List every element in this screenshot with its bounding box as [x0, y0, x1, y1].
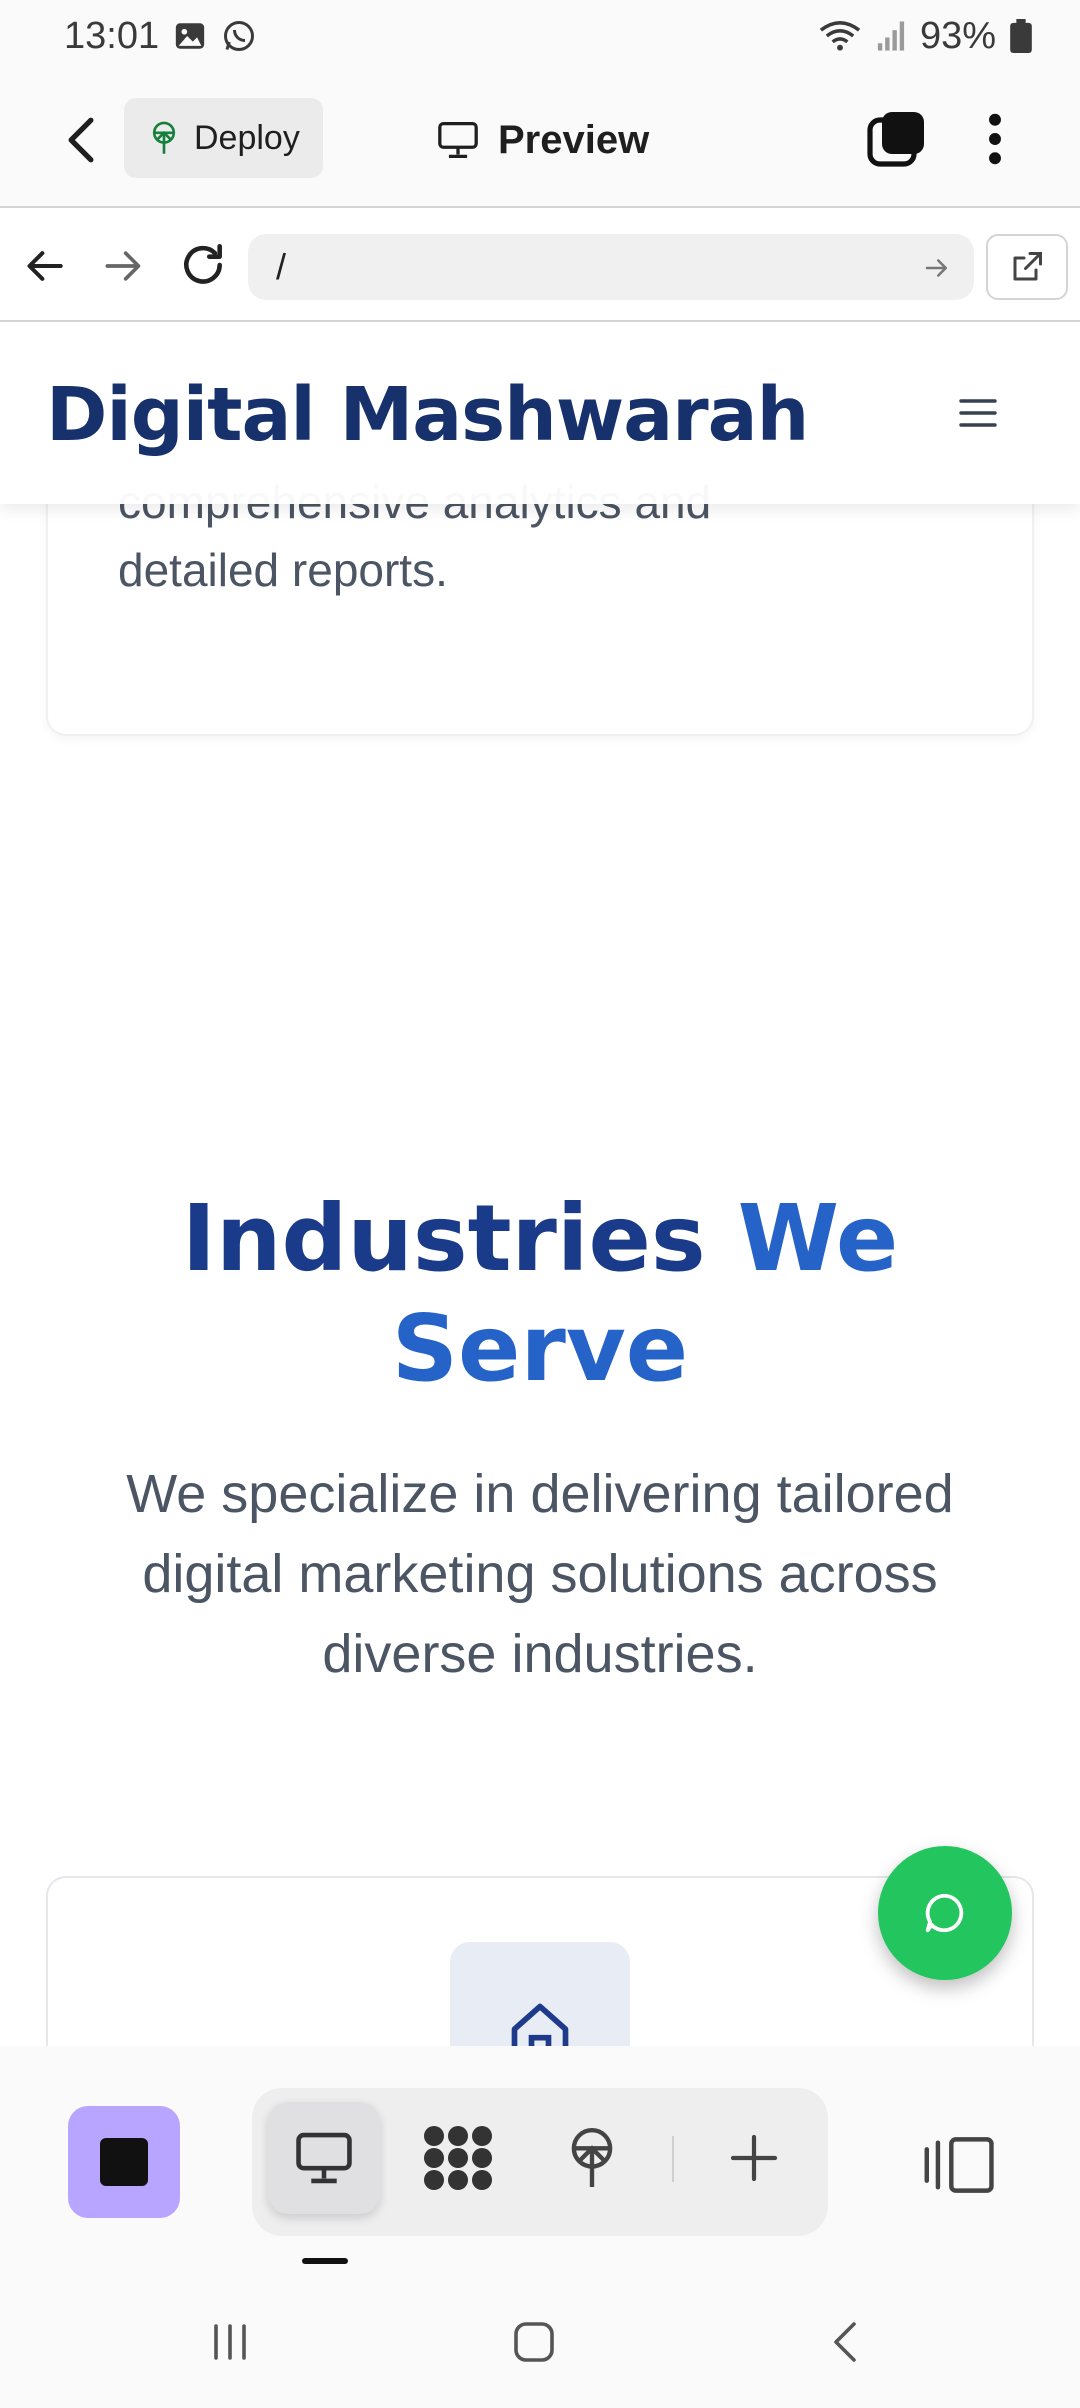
app-header: Deploy Preview — [0, 72, 1080, 208]
section-title-part1: Industries — [181, 1185, 706, 1292]
deploy-button[interactable]: Deploy — [124, 98, 323, 178]
chevron-left-icon — [68, 117, 94, 163]
signal-icon — [876, 20, 906, 52]
tabs-button[interactable] — [866, 108, 928, 170]
open-external-button[interactable] — [986, 234, 1068, 300]
deploy-mode-button[interactable] — [536, 2102, 648, 2214]
section-title: Industries We Serve — [0, 1184, 1080, 1404]
home-square-icon — [514, 2322, 554, 2362]
mode-switcher — [252, 2088, 828, 2236]
more-menu-button[interactable] — [970, 108, 1020, 170]
browser-bar: / — [0, 210, 1080, 322]
add-button[interactable] — [698, 2102, 810, 2214]
section-title-part3: Serve — [391, 1295, 689, 1402]
back-button[interactable] — [54, 110, 108, 170]
arrow-left-icon — [27, 251, 63, 281]
stop-icon — [100, 2138, 148, 2186]
stop-button[interactable] — [68, 2106, 180, 2218]
section-title-part2: We — [737, 1185, 899, 1292]
url-input[interactable]: / — [248, 234, 974, 300]
arrow-right-icon — [105, 251, 141, 281]
deploy-icon — [152, 121, 176, 154]
battery-icon — [1010, 19, 1032, 53]
tabs-icon — [867, 112, 924, 167]
blocks-icon — [424, 2126, 492, 2190]
preview-label: Preview — [498, 117, 650, 162]
monitor-icon — [296, 2132, 352, 2184]
external-link-icon — [1013, 252, 1042, 281]
deploy-label: Deploy — [194, 118, 300, 157]
site-navbar: Digital Mashwarah — [0, 324, 1080, 504]
browser-forward-button[interactable] — [100, 244, 144, 288]
status-time: 13:01 — [64, 14, 160, 57]
components-mode-button[interactable] — [402, 2102, 514, 2214]
gallery-icon — [173, 19, 207, 53]
home-button[interactable] — [510, 2318, 558, 2366]
refresh-icon — [184, 243, 222, 284]
more-vertical-icon — [989, 113, 1001, 165]
chevron-left-icon — [834, 2322, 856, 2362]
browser-back-button[interactable] — [24, 244, 68, 288]
section-subtitle: We specialize in delivering tailored dig… — [126, 1464, 954, 1684]
device-toggle-icon — [924, 2137, 994, 2193]
reload-button[interactable] — [178, 240, 228, 290]
mode-divider — [672, 2136, 674, 2182]
desktop-mode-button[interactable] — [268, 2102, 380, 2214]
active-mode-indicator — [302, 2258, 348, 2264]
go-arrow-icon[interactable] — [922, 253, 952, 283]
home-icon — [511, 2003, 569, 2046]
whatsapp-icon — [221, 18, 257, 54]
site-brand-logo[interactable]: Digital Mashwarah — [46, 372, 809, 458]
site-viewport: comprehensive analytics and detailed rep… — [0, 324, 1080, 2046]
bottom-toolbar — [0, 2046, 1080, 2274]
chat-button[interactable] — [878, 1846, 1012, 1980]
preview-title: Preview — [436, 104, 649, 176]
industry-icon-box — [450, 1942, 630, 2046]
device-frame-button[interactable] — [920, 2136, 996, 2194]
wifi-icon — [818, 18, 862, 54]
system-back-button[interactable] — [822, 2318, 870, 2366]
system-navigation-bar — [0, 2274, 1080, 2408]
hamburger-menu-icon[interactable] — [958, 396, 998, 430]
recent-apps-icon — [214, 2324, 246, 2360]
deploy-icon — [571, 2128, 613, 2187]
url-text: / — [276, 246, 287, 287]
recent-apps-button[interactable] — [206, 2318, 254, 2366]
monitor-icon — [438, 121, 478, 158]
chat-bubble-icon — [925, 1893, 964, 1933]
battery-percent: 93% — [919, 14, 996, 57]
status-left: 13:01 — [64, 15, 257, 58]
plus-icon — [730, 2134, 778, 2182]
status-right: 93% — [818, 15, 1032, 58]
status-bar: 13:01 93% — [0, 0, 1080, 72]
